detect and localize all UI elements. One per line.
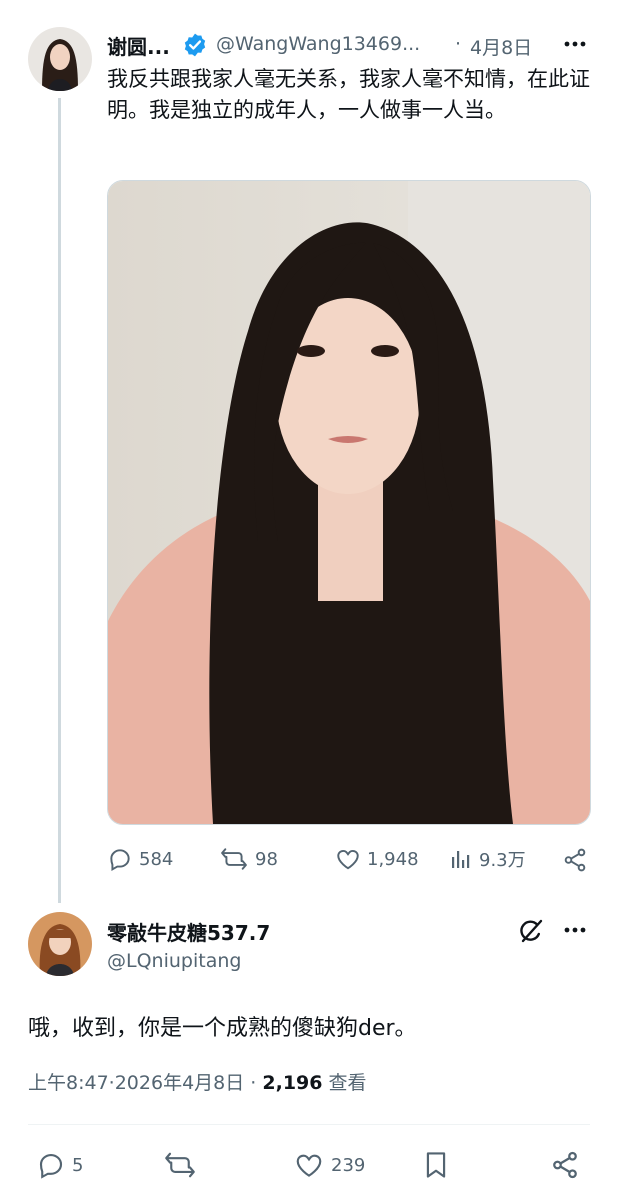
reply-count: 5 (72, 1154, 84, 1176)
bookmark-icon[interactable] (422, 1150, 450, 1184)
user-handle[interactable]: @WangWang13469... (216, 33, 420, 55)
verified-badge-icon (182, 32, 208, 62)
like-button[interactable]: 1,948 (335, 846, 419, 872)
tweet-text: 我反共跟我家人毫无关系，我家人毫不知情，在此证明。我是独立的成年人，一人做事一人… (107, 67, 590, 122)
views-button[interactable]: 9.3万 (449, 846, 526, 872)
separator: · (250, 1072, 257, 1094)
heart-icon (296, 1154, 322, 1177)
tweet-date[interactable]: 4月8日 (470, 33, 532, 60)
user-handle[interactable]: @LQniupitang (107, 950, 241, 972)
more-horizontal-icon[interactable] (562, 33, 588, 59)
retweet-icon[interactable] (162, 1150, 198, 1184)
share-icon[interactable] (562, 847, 588, 877)
heart-icon (337, 850, 359, 870)
reply-button[interactable]: 584 (107, 846, 173, 872)
thread-connector-line (58, 98, 61, 903)
display-name[interactable]: 谢圆... (107, 31, 170, 60)
like-button[interactable]: 239 (293, 1150, 365, 1180)
more-horizontal-icon[interactable] (562, 919, 588, 945)
avatar[interactable] (28, 912, 92, 976)
tweet-meta: 上午8:47·2026年4月8日 · 2,196 查看 (28, 1068, 367, 1095)
reply-count: 584 (139, 848, 174, 870)
divider (28, 1124, 590, 1125)
tweet-time[interactable]: 上午8:47 (28, 1072, 109, 1094)
views-chart-icon (452, 851, 470, 868)
retweet-count: 98 (255, 848, 278, 870)
reply-button[interactable]: 5 (36, 1150, 83, 1180)
tweet-photo[interactable] (107, 180, 591, 825)
separator: · (455, 33, 462, 55)
views-count: 2,196 (262, 1072, 323, 1094)
like-count: 1,948 (367, 848, 419, 870)
avatar[interactable] (28, 27, 92, 91)
display-name[interactable]: 零敲牛皮糖537.7 (107, 917, 270, 946)
grok-icon[interactable] (517, 917, 545, 949)
reply-icon (39, 1153, 63, 1179)
tweet-date[interactable]: 2026年4月8日 (115, 1072, 245, 1094)
retweet-button[interactable]: 98 (219, 846, 278, 872)
like-count: 239 (331, 1154, 366, 1176)
share-icon[interactable] (550, 1150, 580, 1184)
tweet-text: 哦，收到，你是一个成熟的傻缺狗der。 (28, 1016, 417, 1041)
views-count: 9.3万 (479, 850, 526, 871)
retweet-icon (221, 848, 247, 870)
reply-icon (110, 849, 130, 871)
views-label: 查看 (328, 1072, 367, 1094)
